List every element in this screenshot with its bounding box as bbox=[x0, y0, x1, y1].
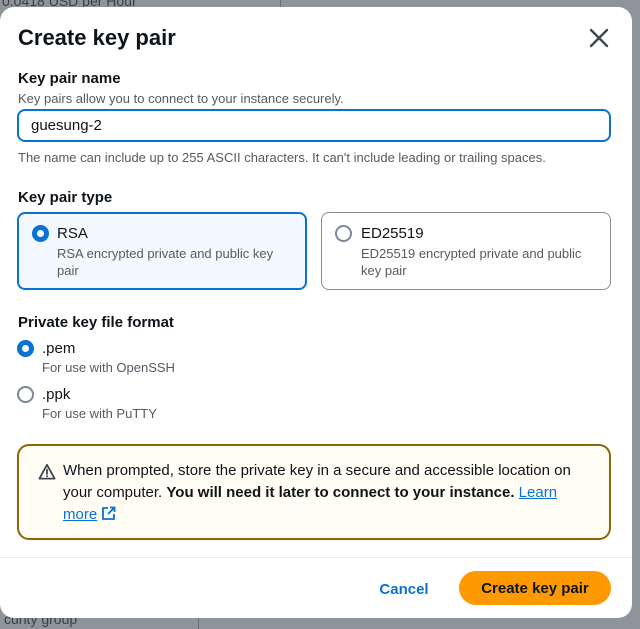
rsa-description: RSA encrypted private and public key pai… bbox=[57, 246, 274, 278]
footer-divider bbox=[0, 557, 632, 558]
key-type-ed25519-tile[interactable]: ED25519 ED25519 encrypted private and pu… bbox=[321, 212, 611, 290]
ed25519-title: ED25519 bbox=[361, 225, 424, 242]
rsa-radio[interactable] bbox=[32, 225, 49, 242]
key-pair-name-input[interactable] bbox=[17, 109, 611, 142]
warning-alert: When prompted, store the private key in … bbox=[17, 444, 611, 540]
file-format-label: Private key file format bbox=[18, 314, 174, 331]
key-type-rsa-tile[interactable]: RSA RSA encrypted private and public key… bbox=[17, 212, 307, 290]
create-key-pair-modal: Create key pair Key pair name Key pairs … bbox=[0, 7, 632, 618]
ed25519-radio[interactable] bbox=[335, 225, 352, 242]
cancel-button[interactable]: Cancel bbox=[370, 573, 438, 605]
key-pair-name-constraint: The name can include up to 255 ASCII cha… bbox=[18, 150, 546, 165]
ppk-description: For use with PuTTY bbox=[42, 406, 157, 421]
warning-icon bbox=[38, 463, 56, 480]
close-button[interactable] bbox=[586, 25, 612, 51]
create-key-pair-button[interactable]: Create key pair bbox=[459, 571, 611, 605]
pem-title[interactable]: .pem bbox=[42, 340, 75, 357]
alert-message: When prompted, store the private key in … bbox=[63, 460, 593, 526]
pem-description: For use with OpenSSH bbox=[42, 360, 175, 375]
pem-radio[interactable] bbox=[17, 340, 34, 357]
ed25519-description: ED25519 encrypted private and public key… bbox=[361, 246, 582, 278]
modal-title: Create key pair bbox=[18, 25, 176, 50]
key-pair-name-label: Key pair name bbox=[18, 70, 121, 87]
alert-bold-text: You will need it later to connect to you… bbox=[166, 484, 515, 501]
close-icon bbox=[589, 28, 609, 48]
external-link-icon bbox=[102, 506, 116, 520]
rsa-title: RSA bbox=[57, 225, 88, 242]
ppk-radio[interactable] bbox=[17, 386, 34, 403]
ppk-title[interactable]: .ppk bbox=[42, 386, 70, 403]
key-pair-type-label: Key pair type bbox=[18, 189, 113, 206]
key-pair-name-description: Key pairs allow you to connect to your i… bbox=[18, 91, 344, 106]
